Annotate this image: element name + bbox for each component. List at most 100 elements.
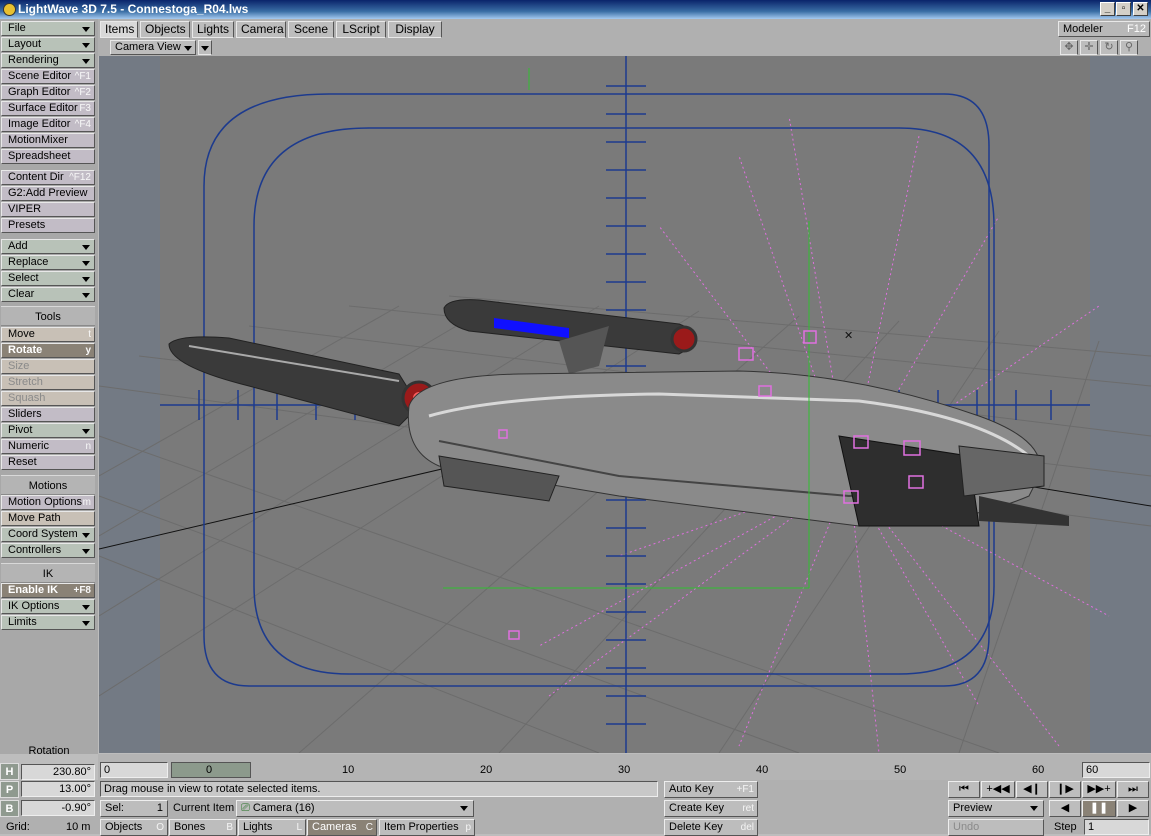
viewport-canvas[interactable]: ✕ — [99, 56, 1151, 753]
move-button[interactable]: Move t — [1, 327, 95, 342]
reset-button[interactable]: Reset — [1, 455, 95, 470]
start-frame-field[interactable]: 0 — [100, 762, 168, 778]
tab-lscript[interactable]: LScript — [336, 21, 386, 38]
pitch-field[interactable]: 13.00° — [21, 781, 95, 797]
chevron-down-icon — [82, 605, 90, 610]
timeline-tick-label: 40 — [756, 764, 769, 776]
tab-items[interactable]: Items — [100, 21, 138, 38]
next-frame-icon[interactable]: ❙▶ — [1049, 781, 1081, 798]
bones-button[interactable]: Bones B — [169, 819, 237, 836]
tab-display[interactable]: Display — [388, 21, 442, 38]
layout-menu[interactable]: Layout — [1, 37, 95, 52]
minimize-button[interactable]: _ — [1100, 2, 1115, 16]
prev-frame-icon[interactable]: ◀❙ — [1016, 781, 1048, 798]
shortcut-hint: C — [365, 822, 373, 833]
delete-key-button[interactable]: Delete Key del — [664, 819, 758, 836]
tab-scene[interactable]: Scene — [288, 21, 334, 38]
tab-lights[interactable]: Lights — [192, 21, 234, 38]
grid-label: Grid: — [6, 821, 30, 833]
viewport-options-button[interactable] — [198, 40, 212, 55]
preview-dropdown[interactable]: Preview — [948, 800, 1044, 817]
ik-options-label: IK Options — [8, 600, 60, 612]
last-frame-icon[interactable]: ⏭ — [1117, 781, 1149, 798]
scene-editor-button[interactable]: Scene Editor ^F1 — [1, 69, 95, 84]
rotate-button[interactable]: Rotate y — [1, 343, 95, 358]
rendering-menu[interactable]: Rendering — [1, 53, 95, 68]
ik-options-menu[interactable]: IK Options — [1, 599, 95, 614]
spreadsheet-button[interactable]: Spreadsheet — [1, 149, 95, 164]
pivot-menu[interactable]: Pivot — [1, 423, 95, 438]
pause-icon[interactable]: ❚❚ — [1082, 800, 1116, 817]
close-button[interactable]: ✕ — [1133, 2, 1148, 16]
motion-mixer-button[interactable]: MotionMixer — [1, 133, 95, 148]
heading-field[interactable]: 230.80° — [21, 764, 95, 780]
h-axis-label[interactable]: H — [0, 763, 19, 780]
chevron-down-icon — [184, 46, 192, 51]
sel-count: Sel: 1 — [100, 800, 168, 817]
shortcut-hint: n — [85, 441, 91, 452]
move-view-icon[interactable]: ✥ — [1060, 40, 1078, 55]
step-field[interactable]: 1 — [1084, 819, 1149, 835]
chevron-down-icon — [82, 293, 90, 298]
chevron-down-icon — [82, 59, 90, 64]
g2-add-preview-button[interactable]: G2:Add Preview — [1, 186, 95, 201]
current-item-dropdown[interactable]: ⎚ Camera (16) — [236, 800, 474, 817]
bones-label: Bones — [174, 821, 206, 833]
b-axis-label[interactable]: B — [0, 800, 19, 817]
motion-options-button[interactable]: Motion Options m — [1, 495, 95, 510]
select-menu[interactable]: Select — [1, 271, 95, 286]
stretch-button[interactable]: Stretch — [1, 375, 95, 390]
coord-system-menu[interactable]: Coord System — [1, 527, 95, 542]
lightwave-logo-icon — [3, 3, 16, 16]
sliders-button[interactable]: Sliders — [1, 407, 95, 422]
rotate-view-icon[interactable]: ↻ — [1100, 40, 1118, 55]
add-menu[interactable]: Add — [1, 239, 95, 254]
content-dir-button[interactable]: Content Dir ^F12 — [1, 170, 95, 185]
play-reverse-icon[interactable]: ◀ — [1049, 800, 1081, 817]
graph-editor-button[interactable]: Graph Editor ^F2 — [1, 85, 95, 100]
auto-key-label: Auto Key — [669, 783, 714, 795]
chevron-down-icon — [82, 549, 90, 554]
modeler-button[interactable]: F12 Modeler — [1058, 21, 1150, 37]
squash-button[interactable]: Squash — [1, 391, 95, 406]
end-frame-field[interactable]: 60 — [1082, 762, 1150, 778]
tab-objects[interactable]: Objects — [140, 21, 190, 38]
surface-editor-button[interactable]: Surface Editor F3 — [1, 101, 95, 116]
objects-button[interactable]: Objects O — [100, 819, 168, 836]
lights-button[interactable]: Lights L — [238, 819, 306, 836]
shortcut-hint: O — [156, 822, 164, 833]
timeline-tick-label: 50 — [894, 764, 907, 776]
controllers-menu[interactable]: Controllers — [1, 543, 95, 558]
cameras-button[interactable]: Cameras C — [307, 819, 377, 836]
enable-ik-button[interactable]: Enable IK +F8 — [1, 583, 95, 598]
create-key-button[interactable]: Create Key ret — [664, 800, 758, 817]
limits-menu[interactable]: Limits — [1, 615, 95, 630]
undo-button[interactable]: Undo — [948, 819, 1044, 836]
move-path-button[interactable]: Move Path — [1, 511, 95, 526]
auto-key-button[interactable]: Auto Key +F1 — [664, 781, 758, 798]
clear-menu[interactable]: Clear — [1, 287, 95, 302]
tab-camera[interactable]: Camera — [236, 21, 286, 38]
size-button[interactable]: Size — [1, 359, 95, 374]
prev-key-icon[interactable]: +◀◀ — [981, 781, 1015, 798]
play-forward-icon[interactable]: ▶ — [1117, 800, 1149, 817]
next-key-icon[interactable]: ▶▶+ — [1082, 781, 1116, 798]
item-properties-button[interactable]: Item Properties p — [379, 819, 475, 836]
chevron-down-icon — [82, 245, 90, 250]
zoom-view-icon[interactable]: ⚲ — [1120, 40, 1138, 55]
image-editor-button[interactable]: Image Editor ^F4 — [1, 117, 95, 132]
timeline[interactable]: 0 0 10 20 30 40 50 60 60 — [98, 754, 1151, 780]
numeric-button[interactable]: Numeric n — [1, 439, 95, 454]
pan-view-icon[interactable]: ✛ — [1080, 40, 1098, 55]
view-type-dropdown[interactable]: Camera View — [110, 40, 196, 55]
viper-button[interactable]: VIPER — [1, 202, 95, 217]
file-menu[interactable]: File — [1, 21, 95, 36]
bank-field[interactable]: -0.90° — [21, 800, 95, 816]
first-frame-icon[interactable]: ⏮ — [948, 781, 980, 798]
replace-menu[interactable]: Replace — [1, 255, 95, 270]
maximize-button[interactable]: ▫ — [1116, 2, 1131, 16]
status-bar: Drag mouse in view to rotate selected it… — [100, 781, 658, 797]
presets-button[interactable]: Presets — [1, 218, 95, 233]
camera-viewport[interactable]: ✕ — [99, 56, 1151, 753]
p-axis-label[interactable]: P — [0, 781, 19, 798]
